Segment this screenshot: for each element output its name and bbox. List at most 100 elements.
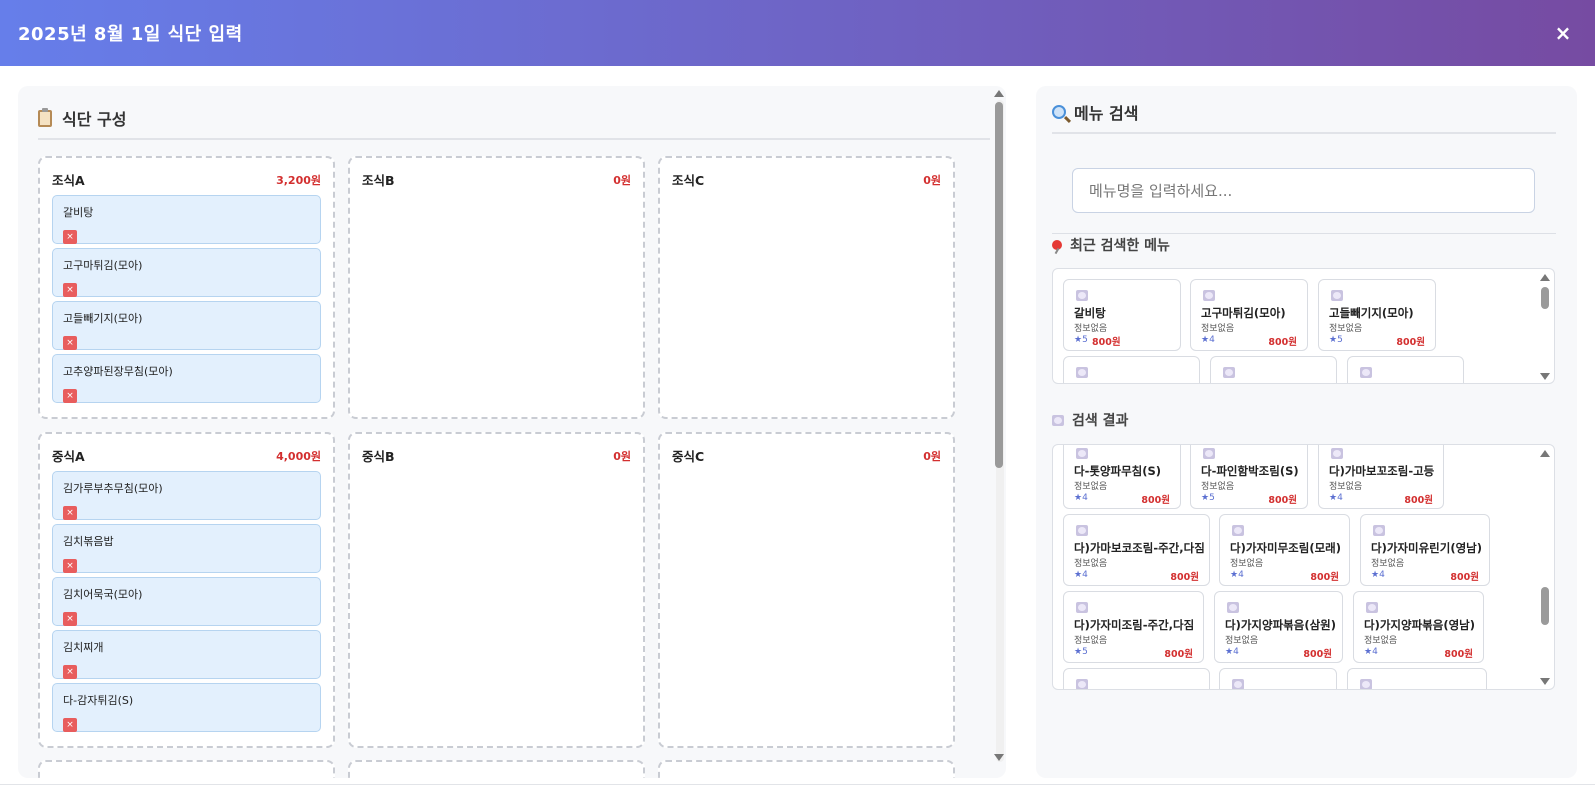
close-button[interactable]: × [1549,21,1577,45]
scroll-up-icon[interactable] [1540,274,1550,281]
menu-card[interactable]: 다)가자미조림-주간,다짐 정보없음 ★5 800원 [1063,591,1204,663]
meal-item[interactable]: 김가루부추무침(모아) × [52,471,321,520]
scroll-thumb[interactable] [1541,287,1549,309]
menu-card-price: 800원 [1170,572,1199,583]
menu-card-price: 800원 [1092,337,1121,348]
meal-item[interactable]: 갈비탕 × [52,195,321,244]
section-header: 메뉴 검색 [1052,100,1138,124]
menu-card-info: 정보없음 [1329,324,1363,334]
remove-item-button[interactable]: × [63,389,77,403]
scroll-up-icon[interactable] [1540,450,1550,457]
recent-header: 최근 검색한 메뉴 [1052,235,1170,255]
plate-icon [1331,290,1343,301]
meal-item[interactable]: 고추양파된장무침(모아) × [52,354,321,403]
menu-card[interactable] [1063,356,1200,383]
menu-card[interactable] [1219,668,1337,689]
meal-item[interactable]: 고구마튀김(모아) × [52,248,321,297]
remove-item-button[interactable]: × [63,230,77,244]
results-scrollbar[interactable] [1538,445,1552,689]
scroll-up-icon[interactable] [994,90,1004,97]
menu-card[interactable]: 다)가지양파볶음(영남) 정보없음 ★4 800원 [1353,591,1484,663]
menu-card-name: 다)가지양파볶음(영남) [1364,618,1475,632]
results-header: 검색 결과 [1052,410,1128,430]
menu-card-info: 정보없음 [1201,324,1235,334]
plate-icon [1076,602,1088,613]
divider [38,138,990,140]
scroll-thumb[interactable] [995,102,1003,468]
recent-scrollbar[interactable] [1538,269,1552,383]
menu-card-name: 갈비탕 [1074,306,1106,320]
menu-card[interactable]: 갈비탕 정보없음 ★5 800원 [1063,279,1181,351]
menu-card-rating: ★4 [1230,570,1244,580]
menu-card[interactable]: 다)가마보코조림-주간,다짐 정보없음 ★4 800원 [1063,514,1210,586]
menu-card-name: 다)가자미무조림(모래) [1230,541,1341,555]
clipboard-icon [38,107,52,127]
meal-slot-breakfast-c[interactable]: 조식C 0원 [658,156,955,419]
menu-card-rating: ★5 [1074,335,1088,345]
plate-icon [1076,448,1088,459]
menu-card-name: 다-톳양파무침(S) [1074,464,1162,478]
scroll-thumb[interactable] [1541,587,1549,625]
meal-item-name: 김가루부추무침(모아) [63,482,163,495]
plate-icon [1203,448,1215,459]
meal-item[interactable]: 김치볶음밥 × [52,524,321,573]
menu-card[interactable]: 다)가자미유린기(영남) 정보없음 ★4 800원 [1360,514,1490,586]
menu-card-rating: ★5 [1329,335,1343,345]
footer-divider [0,784,1595,785]
menu-card[interactable] [1210,356,1337,383]
menu-card[interactable] [1063,668,1210,689]
scroll-down-icon[interactable] [1540,678,1550,685]
menu-card-rating: ★4 [1371,570,1385,580]
meal-slot-dinner-b[interactable] [348,760,645,778]
meal-item-name: 김치볶음밥 [63,535,114,548]
results-title: 검색 결과 [1072,413,1129,429]
menu-card[interactable] [1347,668,1487,689]
meal-item[interactable]: 김치어묵국(모아) × [52,577,321,626]
plate-icon [1076,290,1088,301]
meal-item[interactable]: 다-감자튀김(S) × [52,683,321,732]
meal-slot-lunch-c[interactable]: 중식C 0원 [658,432,955,748]
scroll-down-icon[interactable] [1540,373,1550,380]
meal-slot-dinner-c[interactable] [658,760,955,778]
plate-icon [1331,448,1343,459]
recent-menu-list: 갈비탕 정보없음 ★5 800원 고구마튀김(모아) 정보없음 ★4 800원 … [1052,268,1555,384]
menu-card[interactable]: 다)가지양파볶음(삼원) 정보없음 ★4 800원 [1214,591,1343,663]
meal-slot-lunch-b[interactable]: 중식B 0원 [348,432,645,748]
scroll-down-icon[interactable] [994,754,1004,761]
menu-card[interactable]: 고구마튀김(모아) 정보없음 ★4 800원 [1190,279,1308,351]
meal-item[interactable]: 김치찌개 × [52,630,321,679]
meal-slot-dinner-a[interactable] [38,760,335,778]
plate-icon [1227,602,1239,613]
remove-item-button[interactable]: × [63,506,77,520]
meal-slot-breakfast-a[interactable]: 조식A 3,200원 갈비탕 × 고구마튀김(모아) × 고들빼기지(모아) ×… [38,156,335,419]
meal-item[interactable]: 고들빼기지(모아) × [52,301,321,350]
menu-card-price: 800원 [1303,649,1332,660]
remove-item-button[interactable]: × [63,665,77,679]
menu-card[interactable]: 고들빼기지(모아) 정보없음 ★5 800원 [1318,279,1436,351]
plate-icon [1076,367,1088,378]
menu-card[interactable]: 다-톳양파무침(S) 정보없음 ★4 800원 [1063,445,1181,509]
meal-slot-price: 0원 [923,449,941,463]
menu-card-info: 정보없음 [1074,636,1108,646]
remove-item-button[interactable]: × [63,283,77,297]
remove-item-button[interactable]: × [63,718,77,732]
meal-slot-breakfast-b[interactable]: 조식B 0원 [348,156,645,419]
menu-card[interactable]: 다)가자미무조림(모래) 정보없음 ★4 800원 [1219,514,1350,586]
remove-item-button[interactable]: × [63,559,77,573]
menu-card[interactable]: 다-파인함박조림(S) 정보없음 ★5 800원 [1190,445,1308,509]
plate-icon [1076,525,1088,536]
left-scrollbar[interactable] [992,86,1006,778]
menu-card[interactable]: 다)가마보꼬조림-고등 정보없음 ★4 800원 [1318,445,1444,509]
menu-card-price: 800원 [1268,495,1297,506]
menu-card-rating: ★4 [1074,570,1088,580]
meal-item-name: 고들빼기지(모아) [63,312,143,325]
meal-slot-lunch-a[interactable]: 중식A 4,000원 김가루부추무침(모아) × 김치볶음밥 × 김치어묵국(모… [38,432,335,748]
remove-item-button[interactable]: × [63,612,77,626]
menu-search-input[interactable] [1072,168,1535,213]
menu-card[interactable] [1347,356,1464,383]
meal-slot-price: 3,200원 [276,173,321,187]
remove-item-button[interactable]: × [63,336,77,350]
menu-card-rating: ★4 [1225,647,1239,657]
section-title: 메뉴 검색 [1074,104,1139,123]
plate-icon [1232,525,1244,536]
